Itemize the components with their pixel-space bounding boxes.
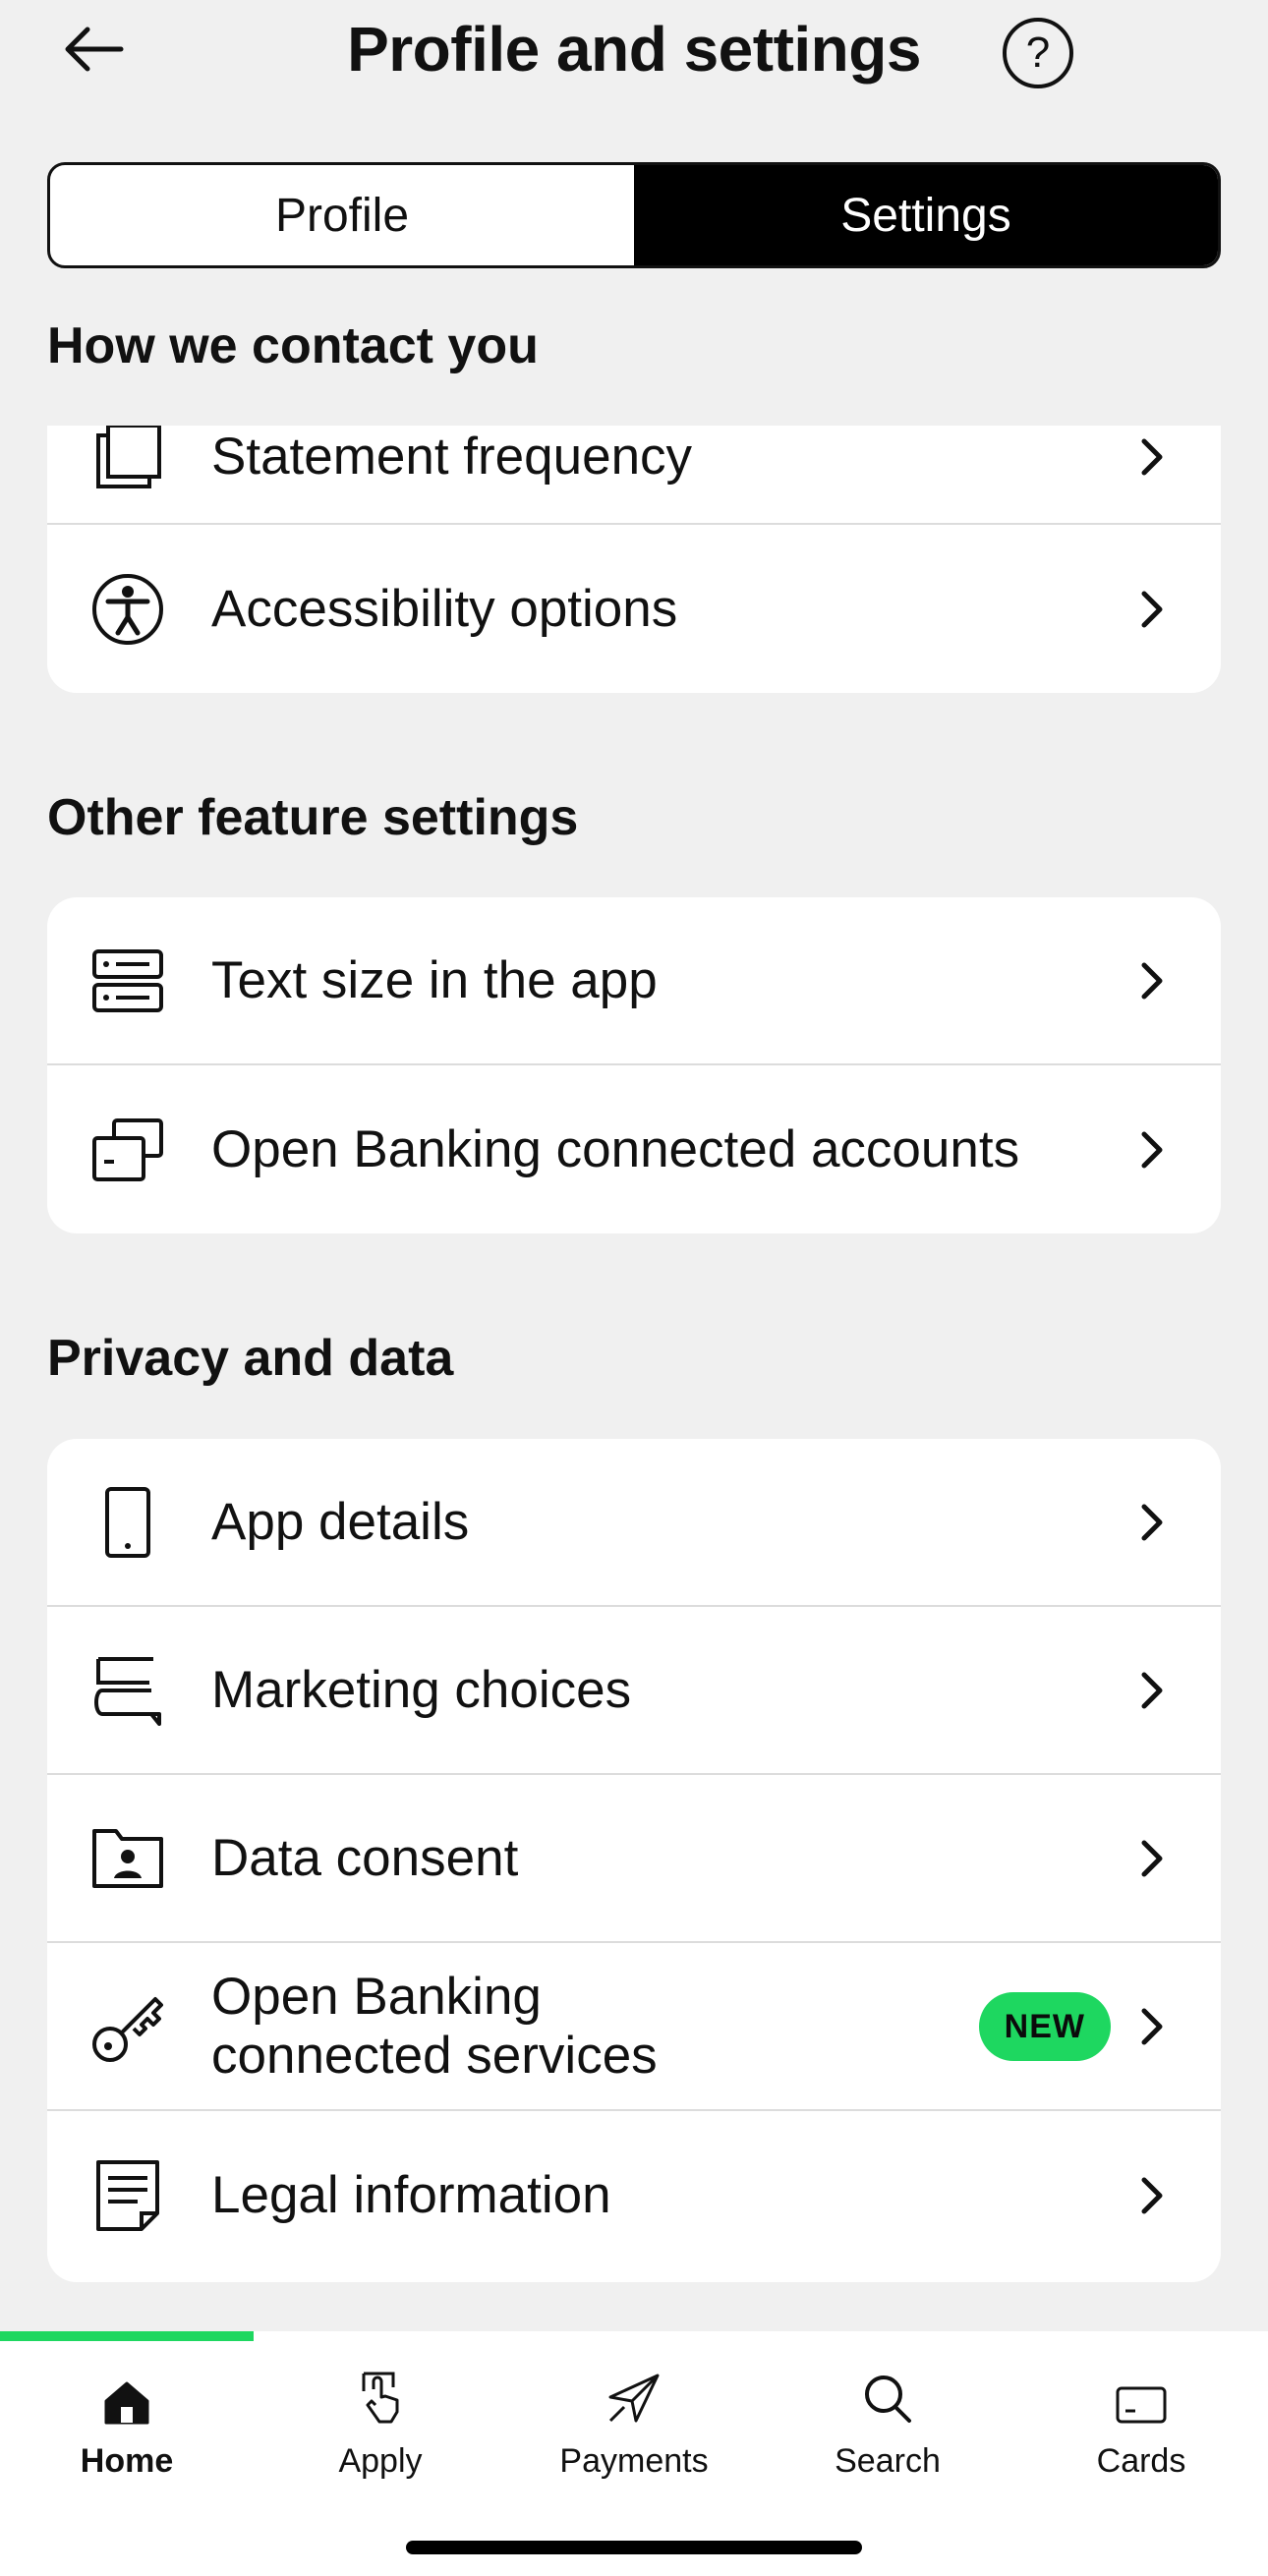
- tab-label: Home: [80, 2442, 174, 2480]
- profile-settings-toggle: Profile Settings: [47, 162, 1221, 268]
- privacy-card: App details Marketing choices Data conse…: [47, 1439, 1221, 2282]
- list-item-text-size[interactable]: Text size in the app: [47, 897, 1221, 1065]
- tab-settings[interactable]: Settings: [634, 165, 1218, 265]
- chevron-right-icon: [1132, 961, 1172, 1001]
- chevron-right-icon: [1132, 2007, 1172, 2046]
- list-item-label: Legal information: [211, 2165, 611, 2224]
- section-title-contact: How we contact you: [47, 317, 539, 374]
- tab-label: Apply: [338, 2442, 423, 2480]
- chat-icon: [88, 1651, 167, 1730]
- cards-icon: [1115, 2354, 1168, 2425]
- tab-payments[interactable]: Payments: [507, 2354, 761, 2491]
- contact-card: Statement frequency Accessibility option…: [47, 426, 1221, 693]
- label-line-2: connected services: [211, 2026, 658, 2085]
- other-card: Text size in the app Open Banking connec…: [47, 897, 1221, 1233]
- tab-apply[interactable]: Apply: [254, 2354, 507, 2491]
- new-badge: NEW: [978, 1991, 1111, 2061]
- search-icon: [863, 2354, 912, 2425]
- section-title-privacy: Privacy and data: [47, 1330, 454, 1387]
- list-item-label: Statement frequency: [211, 427, 693, 486]
- list-item-legal-information[interactable]: Legal information: [47, 2111, 1221, 2279]
- tab-home[interactable]: Home: [0, 2354, 254, 2491]
- chevron-right-icon: [1132, 1130, 1172, 1170]
- section-title-other: Other feature settings: [47, 789, 579, 846]
- tab-label: Cards: [1096, 2442, 1186, 2480]
- tab-search[interactable]: Search: [761, 2354, 1014, 2491]
- connected-accounts-icon: [88, 1111, 167, 1189]
- chevron-right-icon: [1132, 437, 1172, 477]
- key-icon: [88, 1987, 167, 2066]
- chevron-right-icon: [1132, 1503, 1172, 1542]
- tab-label: Payments: [559, 2442, 709, 2480]
- home-indicator: [406, 2541, 862, 2554]
- list-item-open-banking-services[interactable]: Open Banking connected services NEW: [47, 1943, 1221, 2111]
- home-icon: [102, 2354, 151, 2425]
- statement-icon: [88, 426, 167, 496]
- chevron-right-icon: [1132, 1839, 1172, 1878]
- chevron-right-icon: [1132, 2176, 1172, 2215]
- payments-icon: [606, 2354, 662, 2425]
- accessibility-icon: [88, 570, 167, 649]
- id-folder-icon: [88, 1819, 167, 1898]
- apply-icon: [356, 2354, 405, 2425]
- list-item-accessibility-options[interactable]: Accessibility options: [47, 525, 1221, 693]
- list-item-label: Data consent: [211, 1828, 519, 1887]
- list-item-open-banking-accounts[interactable]: Open Banking connected accounts: [47, 1065, 1221, 1233]
- help-button[interactable]: ?: [1003, 18, 1073, 88]
- list-item-label: Accessibility options: [211, 579, 678, 638]
- list-item-statement-frequency[interactable]: Statement frequency: [47, 426, 1221, 525]
- text-size-icon: [88, 942, 167, 1020]
- tab-label: Search: [835, 2442, 941, 2480]
- list-item-label: Text size in the app: [211, 950, 658, 1009]
- list-item-label: Open Banking connected accounts: [211, 1119, 1020, 1178]
- tab-cards[interactable]: Cards: [1014, 2354, 1268, 2491]
- label-line-1: Open Banking: [211, 1967, 542, 2026]
- chevron-right-icon: [1132, 590, 1172, 629]
- page-title: Profile and settings: [347, 14, 921, 85]
- list-item-data-consent[interactable]: Data consent: [47, 1775, 1221, 1943]
- list-item-app-details[interactable]: App details: [47, 1439, 1221, 1607]
- tab-profile[interactable]: Profile: [50, 165, 634, 265]
- list-item-label: App details: [211, 1492, 470, 1551]
- list-item-marketing-choices[interactable]: Marketing choices: [47, 1607, 1221, 1775]
- list-item-label: Marketing choices: [211, 1660, 632, 1719]
- list-item-label: Open Banking connected services: [211, 1968, 979, 2086]
- document-icon: [88, 2156, 167, 2235]
- active-tab-indicator: [0, 2331, 254, 2341]
- phone-icon: [88, 1483, 167, 1562]
- help-icon: ?: [1025, 29, 1051, 77]
- chevron-right-icon: [1132, 1671, 1172, 1710]
